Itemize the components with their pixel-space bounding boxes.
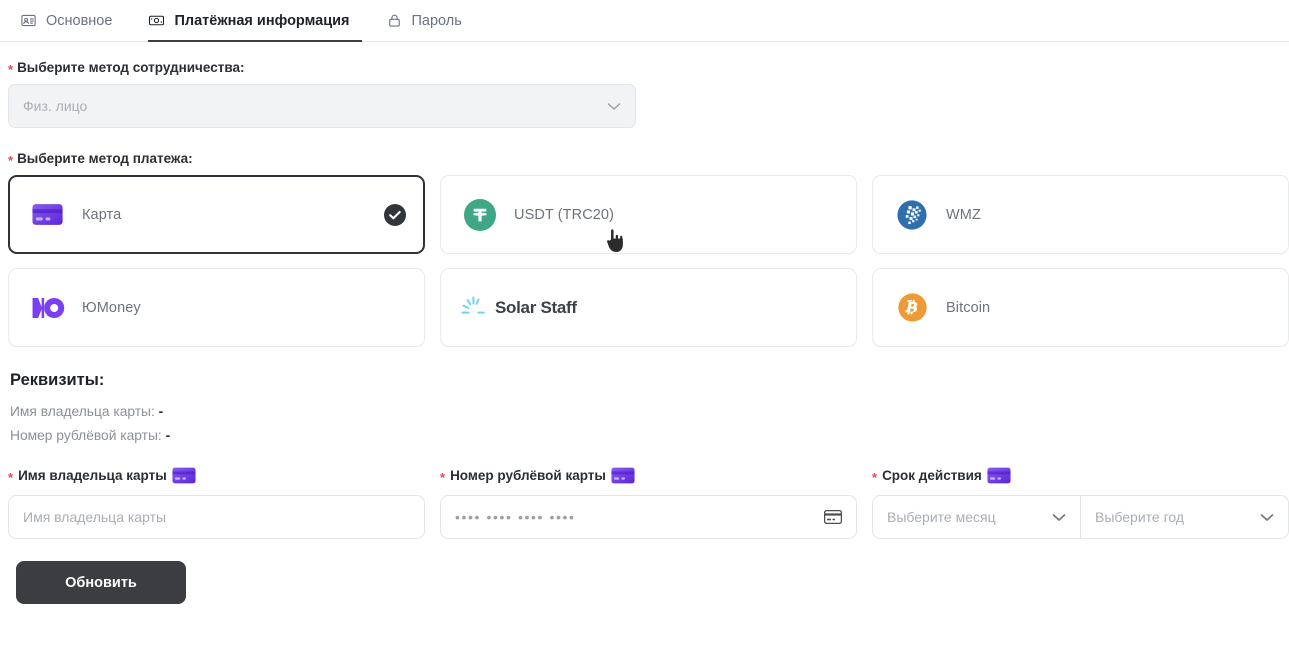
payment-option-usdt-trc20[interactable]: USDT (TRC20): [440, 175, 857, 254]
card-number-placeholder: •••• •••• •••• ••••: [455, 509, 816, 525]
banknote-icon: [148, 12, 165, 29]
tab-parol[interactable]: Пароль: [376, 0, 488, 41]
payment-option-label: USDT (TRC20): [514, 207, 614, 223]
credit-card-icon: [172, 467, 196, 484]
webmoney-icon: [895, 198, 929, 232]
check-circle-icon: [384, 204, 406, 226]
solar-staff-icon: [459, 291, 489, 325]
tab-label: Основное: [46, 13, 112, 29]
expiry-month-value: Выберите месяц: [887, 509, 1052, 525]
requisite-label: Имя владельца карты:: [10, 404, 155, 419]
payment-information-page: Основное Платёжная информация Пароль: [0, 0, 1289, 672]
cooperation-method-select[interactable]: Физ. лицо: [8, 84, 636, 128]
id-card-icon: [20, 12, 37, 29]
requisite-row-holder: Имя владельца карты: -: [10, 404, 1281, 419]
card-holder-input[interactable]: [23, 509, 410, 525]
yoomoney-icon: [31, 291, 65, 325]
cooperation-label-text: Выберите метод сотрудничества:: [17, 60, 244, 75]
card-holder-label-text: Имя владельца карты: [18, 468, 167, 483]
chevron-down-icon: [1052, 513, 1066, 522]
payment-option-wmz[interactable]: WMZ: [872, 175, 1289, 254]
card-number-input-wrapper[interactable]: •••• •••• •••• ••••: [440, 495, 857, 539]
tether-icon: [463, 198, 497, 232]
requisite-value: -: [166, 428, 171, 443]
update-button[interactable]: Обновить: [16, 561, 186, 604]
field-card-holder: * Имя владельца карты: [8, 465, 425, 539]
content-area: * Выберите метод сотрудничества: Физ. ли…: [0, 42, 1289, 604]
payment-method-grid: Карта USDT (TRC20): [8, 175, 1281, 347]
payment-method-label-text: Выберите метод платежа:: [17, 151, 193, 166]
field-expiry: * Срок действия Выберите месяц: [872, 465, 1289, 539]
required-asterisk: *: [8, 63, 13, 76]
tab-platezhnaya-informaciya[interactable]: Платёжная информация: [138, 0, 375, 41]
field-card-number: * Номер рублёвой карты •••• •••• •••• ••…: [440, 465, 857, 539]
requisite-row-card-number: Номер рублёвой карты: -: [10, 428, 1281, 443]
tab-label: Платёжная информация: [174, 13, 349, 29]
payment-option-solar-staff[interactable]: Solar Staff: [440, 268, 857, 347]
requisites-title: Реквизиты:: [10, 371, 1281, 390]
expiry-label-text: Срок действия: [882, 468, 982, 483]
credit-card-icon: [31, 198, 65, 232]
credit-card-icon: [611, 467, 635, 484]
card-holder-input-wrapper[interactable]: [8, 495, 425, 539]
lock-icon: [386, 12, 403, 29]
expiry-year-value: Выберите год: [1095, 509, 1260, 525]
required-asterisk: *: [8, 154, 13, 167]
payment-option-label: Solar Staff: [495, 298, 577, 318]
payment-option-bitcoin[interactable]: Bitcoin: [872, 268, 1289, 347]
tab-label: Пароль: [412, 13, 462, 29]
payment-option-label: ЮMoney: [82, 300, 141, 316]
payment-option-karta[interactable]: Карта: [8, 175, 425, 254]
requisite-value: -: [159, 404, 164, 419]
payment-option-yoomoney[interactable]: ЮMoney: [8, 268, 425, 347]
payment-option-label: Карта: [82, 207, 121, 223]
cooperation-selected-value: Физ. лицо: [23, 98, 607, 114]
tab-osnovnoe[interactable]: Основное: [10, 0, 138, 41]
required-asterisk: *: [8, 471, 13, 484]
payment-option-label: WMZ: [946, 207, 981, 223]
cooperation-label: * Выберите метод сотрудничества:: [8, 60, 1281, 75]
required-asterisk: *: [440, 471, 445, 484]
card-number-label-text: Номер рублёвой карты: [450, 468, 606, 483]
card-number-label: * Номер рублёвой карты: [440, 465, 857, 485]
bitcoin-icon: [895, 291, 929, 325]
tab-bar: Основное Платёжная информация Пароль: [0, 0, 1289, 42]
card-details-form: * Имя владельца карты: [8, 465, 1281, 539]
required-asterisk: *: [872, 471, 877, 484]
chevron-down-icon: [607, 102, 621, 111]
expiry-month-select[interactable]: Выберите месяц: [872, 495, 1080, 539]
requisite-label: Номер рублёвой карты:: [10, 428, 162, 443]
expiry-selects: Выберите месяц Выберите год: [872, 495, 1289, 539]
payment-method-label: * Выберите метод платежа:: [8, 151, 1281, 166]
payment-option-label: Bitcoin: [946, 300, 990, 316]
chevron-down-icon: [1260, 513, 1274, 522]
credit-card-small-icon: [824, 510, 842, 524]
expiry-label: * Срок действия: [872, 465, 1289, 485]
credit-card-icon: [987, 467, 1011, 484]
card-holder-label: * Имя владельца карты: [8, 465, 425, 485]
expiry-year-select[interactable]: Выберите год: [1080, 495, 1289, 539]
